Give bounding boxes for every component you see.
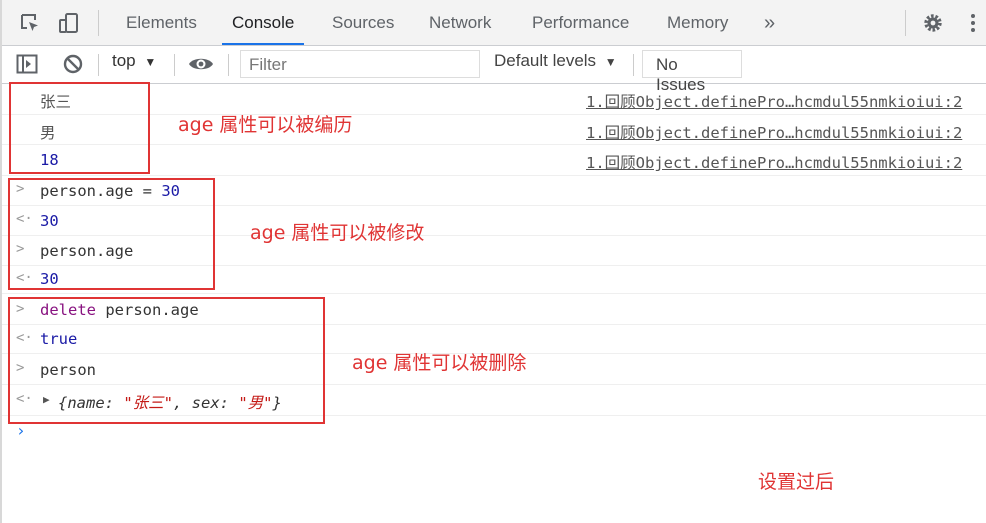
toolbar-divider (633, 54, 634, 76)
annotation-after: 设置过后 (758, 471, 835, 493)
issues-button[interactable]: No Issues (642, 50, 742, 94)
toolbar-divider (98, 54, 99, 76)
tab-elements[interactable]: Elements (126, 0, 197, 45)
annotation-box-enumerable (9, 82, 150, 174)
toolbar-divider (174, 54, 175, 76)
device-toolbar-icon[interactable] (58, 12, 80, 34)
log-levels-dropdown[interactable]: Default levels ▼ (494, 51, 617, 71)
more-tabs-icon[interactable]: » (764, 0, 775, 45)
tab-divider (98, 10, 99, 36)
context-selector[interactable]: top ▼ (112, 51, 156, 71)
log-levels-label: Default levels (494, 51, 597, 70)
source-link[interactable]: 1.回顾Object.definePro…hcmdul55nmkioiui:2 (586, 90, 962, 112)
annotation-enumerable: age 属性可以被编历 (178, 114, 353, 136)
tab-network[interactable]: Network (429, 0, 491, 45)
more-options-icon[interactable] (962, 12, 984, 34)
inspect-element-icon[interactable] (19, 12, 41, 34)
annotation-box-writable (8, 178, 215, 290)
chevron-down-icon: ▼ (144, 55, 157, 69)
filter-input[interactable]: Filter (240, 50, 480, 78)
source-link[interactable]: 1.回顾Object.definePro…hcmdul55nmkioiui:2 (586, 151, 962, 173)
tab-sources[interactable]: Sources (332, 0, 394, 45)
clear-console-icon[interactable] (62, 53, 84, 75)
context-label: top (112, 51, 136, 70)
annotation-box-deletable (8, 297, 325, 424)
tab-memory[interactable]: Memory (667, 0, 728, 45)
annotation-deletable: age 属性可以被删除 (352, 352, 527, 374)
console-toolbar: top ▼ Filter Default levels ▼ No Issues (2, 46, 986, 94)
settings-gear-icon[interactable] (922, 12, 944, 34)
tab-console[interactable]: Console (221, 0, 305, 45)
live-expression-eye-icon[interactable] (188, 55, 214, 73)
chevron-down-icon: ▼ (604, 55, 617, 69)
tab-divider (905, 10, 906, 36)
tab-performance[interactable]: Performance (532, 0, 629, 45)
sidebar-toggle-icon[interactable] (16, 54, 38, 74)
annotation-writable: age 属性可以被修改 (250, 222, 425, 244)
source-link[interactable]: 1.回顾Object.definePro…hcmdul55nmkioiui:2 (586, 121, 962, 143)
devtools-tab-bar: Elements Console Sources Network Perform… (2, 0, 986, 46)
toolbar-divider (228, 54, 229, 76)
